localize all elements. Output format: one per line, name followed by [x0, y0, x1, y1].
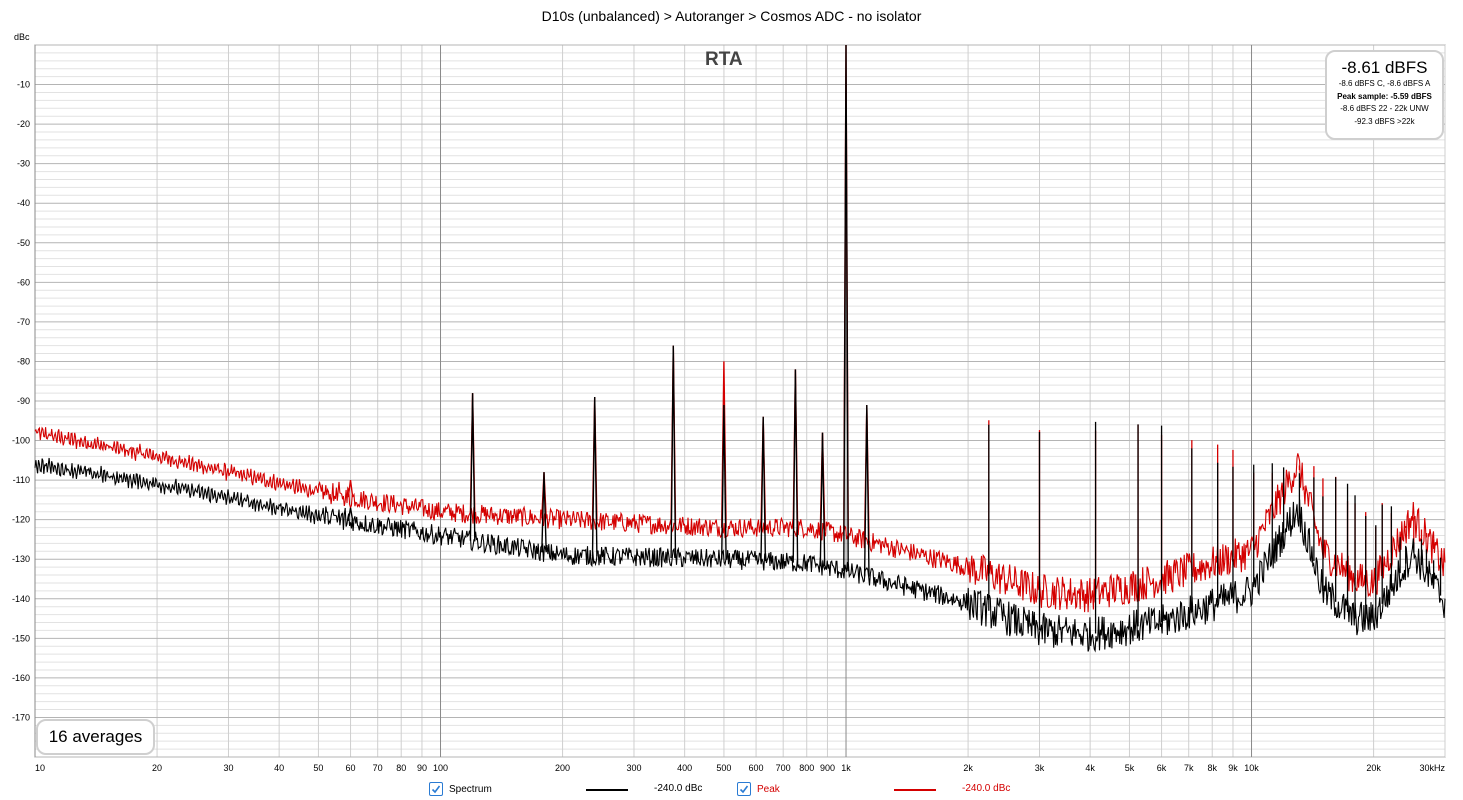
legend-bar: Spectrum -240.0 dBc Peak -240.0 dBc: [0, 781, 1463, 799]
y-tick-label: -160: [12, 673, 30, 683]
rta-chart[interactable]: dBc -10 -20 -30 -40 -50 -60 -70 -80 -90 -100 -110 -1…: [0, 0, 1463, 780]
x-tick-label: 10k: [1244, 763, 1259, 773]
x-tick-label: 7k: [1184, 763, 1194, 773]
chart-mode-label: RTA: [705, 49, 743, 70]
level-above-22k: -92.3 dBFS >22k: [1354, 116, 1415, 126]
x-tick-label: 60: [346, 763, 356, 773]
legend-item-spectrum[interactable]: Spectrum: [429, 782, 492, 796]
x-tick-label: 8k: [1207, 763, 1217, 773]
legend-value-spectrum: -240.0 dBc: [654, 783, 703, 794]
level-weighted: -8.6 dBFS C, -8.6 dBFS A: [1338, 79, 1431, 88]
y-tick-label: -20: [17, 119, 30, 129]
y-tick-label: -70: [17, 317, 30, 327]
x-tick-label: 70: [373, 763, 383, 773]
x-tick-label: 100: [433, 763, 448, 773]
x-tick-label: 20: [152, 763, 162, 773]
y-tick-label: -80: [17, 356, 30, 366]
level-peak-sample: Peak sample: -5.59 dBFS: [1337, 91, 1432, 101]
x-tick-label: 9k: [1228, 763, 1238, 773]
x-tick-label: 400: [677, 763, 692, 773]
y-tick-label: -170: [12, 712, 30, 722]
y-tick-label: -130: [12, 554, 30, 564]
legend-swatch-spectrum: [586, 789, 628, 791]
level-unweighted: -8.6 dBFS 22 - 22k UNW: [1340, 104, 1429, 113]
y-tick-label: -120: [12, 515, 30, 525]
y-axis-unit: dBc: [14, 32, 30, 42]
x-tick-label: 90: [417, 763, 427, 773]
legend-value-peak: -240.0 dBc: [962, 783, 1011, 794]
x-tick-label: 10: [35, 763, 45, 773]
y-tick-label: -10: [17, 80, 30, 90]
y-tick-label: -150: [12, 633, 30, 643]
x-tick-label: 300: [626, 763, 641, 773]
y-tick-label: -90: [17, 396, 30, 406]
x-tick-label: 30: [223, 763, 233, 773]
y-tick-label: -140: [12, 594, 30, 604]
averages-label: 16 averages: [48, 727, 143, 746]
averages-box: 16 averages: [36, 719, 155, 755]
level-main: -8.61 dBFS: [1341, 58, 1428, 77]
checkbox-checked-icon[interactable]: [737, 782, 751, 796]
legend-swatch-peak: [894, 789, 936, 791]
x-tick-label: 3k: [1035, 763, 1045, 773]
x-tick-label: 4k: [1085, 763, 1095, 773]
x-tick-label: 600: [749, 763, 764, 773]
x-tick-label: 5k: [1125, 763, 1135, 773]
x-tick-label: 20k: [1366, 763, 1381, 773]
y-tick-label: -100: [12, 436, 30, 446]
x-tick-label: 700: [776, 763, 791, 773]
x-tick-label: 200: [555, 763, 570, 773]
y-tick-label: -50: [17, 238, 30, 248]
x-tick-label: 80: [396, 763, 406, 773]
x-tick-label: 500: [716, 763, 731, 773]
x-tick-label: 50: [313, 763, 323, 773]
legend-label-peak: Peak: [757, 783, 780, 795]
x-tick-label: 800: [799, 763, 814, 773]
y-tick-label: -110: [13, 475, 30, 485]
x-tick-label: 6k: [1157, 763, 1167, 773]
x-tick-label: 1k: [841, 763, 851, 773]
y-tick-label: -30: [17, 159, 30, 169]
legend-item-peak[interactable]: Peak: [737, 782, 780, 796]
x-tick-label: 2k: [963, 763, 973, 773]
y-tick-label: -60: [17, 277, 30, 287]
x-tick-label: 40: [274, 763, 284, 773]
y-tick-label: -40: [17, 198, 30, 208]
legend-label-spectrum: Spectrum: [449, 783, 492, 795]
x-tick-label: 30kHz: [1419, 763, 1445, 773]
checkbox-checked-icon[interactable]: [429, 782, 443, 796]
x-tick-label: 900: [820, 763, 835, 773]
level-readout-box: -8.61 dBFS -8.6 dBFS C, -8.6 dBFS A Peak…: [1325, 50, 1444, 140]
